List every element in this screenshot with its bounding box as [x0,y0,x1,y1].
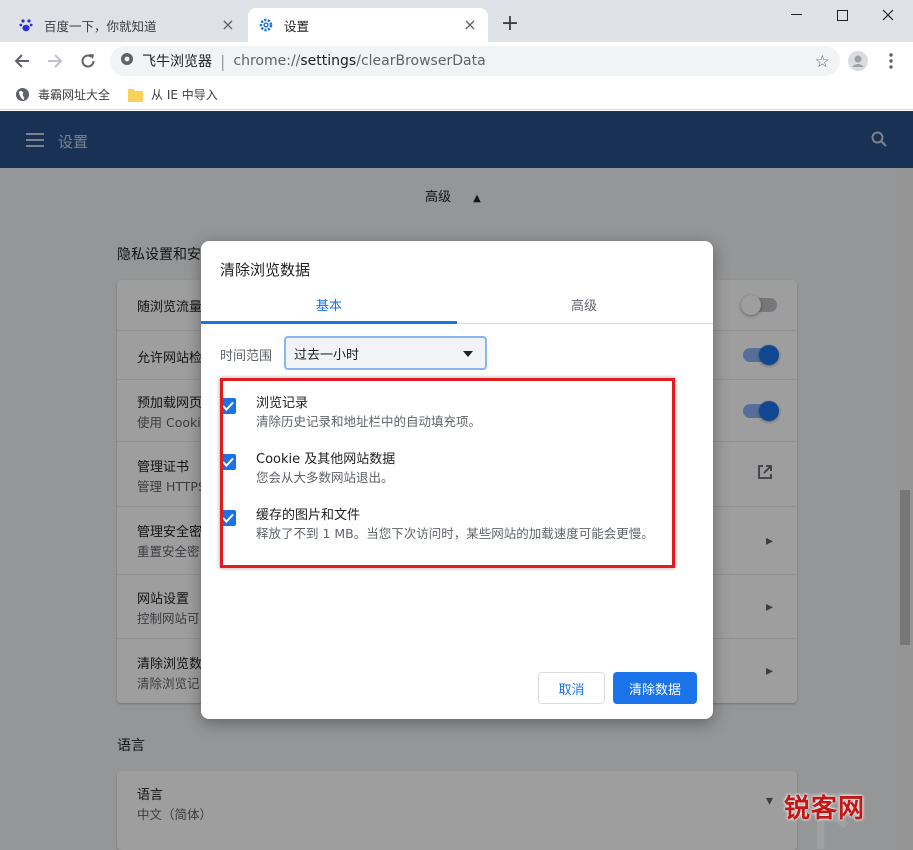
dialog-title: 清除浏览数据 [220,261,311,279]
settings-gear-icon [258,17,274,33]
bookmark-star-icon[interactable]: ☆ [815,52,830,72]
new-tab-button[interactable]: + [498,12,522,36]
tab-advanced[interactable]: 高级 [571,295,597,314]
highlight-annotation-box [220,378,675,568]
close-icon[interactable]: × [220,17,236,33]
reload-icon[interactable] [76,49,100,73]
clear-data-button[interactable]: 清除数据 [613,672,697,704]
close-icon[interactable]: × [462,17,478,33]
url-host: settings [300,53,357,69]
tab-baidu[interactable]: 百度一下，你就知道 × [8,8,246,42]
bookmark-item[interactable]: 从 IE 中导入 [128,86,218,103]
watermark-text: 锐客网 [784,794,866,824]
site-name: 飞牛浏览器 [142,54,212,70]
cancel-button[interactable]: 取消 [538,672,605,704]
dialog-tabs: 基本 高级 [201,287,713,324]
minimize-button[interactable] [773,0,819,30]
folder-icon [128,88,143,102]
browser-toolbar: 飞牛浏览器 | chrome://settings/clearBrowserDa… [0,42,913,80]
tab-title: 百度一下，你就知道 [44,18,157,34]
maximize-button[interactable] [819,0,865,30]
tab-title: 设置 [284,18,310,34]
profile-avatar-icon[interactable] [846,49,870,73]
time-range-value: 过去一小时 [294,348,360,363]
back-icon[interactable] [10,49,34,73]
active-tab-indicator [201,321,457,324]
bookmark-label: 毒霸网址大全 [38,88,111,102]
tab-basic[interactable]: 基本 [316,295,342,314]
globe-icon [15,87,30,102]
time-range-select[interactable]: 过去一小时 [284,336,487,370]
url-path: /clearBrowserData [356,53,486,69]
address-bar[interactable]: 飞牛浏览器 | chrome://settings/clearBrowserDa… [110,46,840,76]
forward-icon[interactable] [43,49,67,73]
menu-kebab-icon[interactable] [879,49,903,73]
url-separator: | [220,51,226,71]
site-info-icon[interactable] [120,52,134,70]
bookmark-label: 从 IE 中导入 [151,88,218,102]
baidu-paw-icon [18,17,34,33]
url-scheme: chrome:// [233,53,301,69]
bookmarks-bar: 毒霸网址大全 从 IE 中导入 [0,80,913,110]
url-text: chrome://settings/clearBrowserData [233,53,485,69]
tab-strip: 百度一下，你就知道 × 设置 × + [0,0,913,42]
time-range-label: 时间范围 [220,349,273,364]
window-close-button[interactable] [865,0,911,30]
bookmark-item[interactable]: 毒霸网址大全 [15,86,110,103]
dropdown-arrow-icon [463,351,473,357]
tab-settings[interactable]: 设置 × [248,8,488,42]
